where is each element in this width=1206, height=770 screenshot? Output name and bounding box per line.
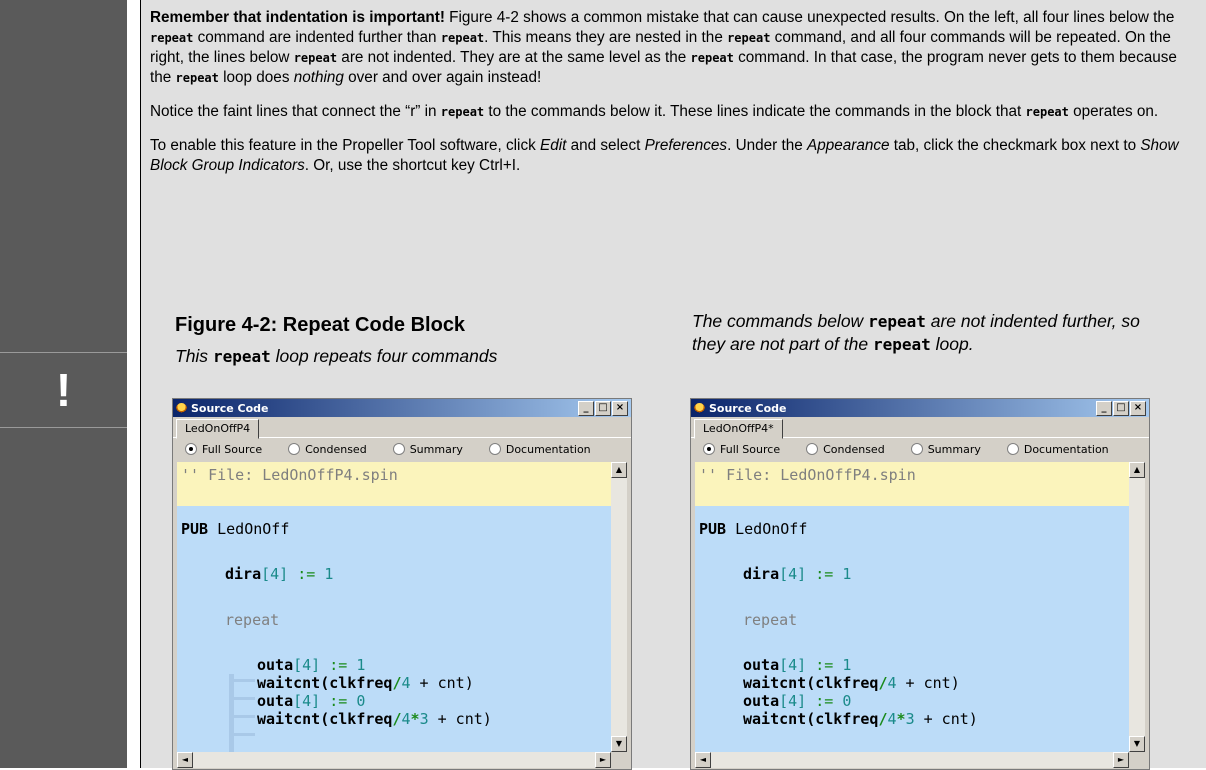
code-line-outa-on: outa[4] := 1: [743, 656, 852, 674]
code-line-dira: dira[4] := 1: [225, 565, 334, 583]
paragraph-enable-feature: To enable this feature in the Propeller …: [150, 137, 1179, 174]
radio-condensed[interactable]: Condensed: [806, 443, 885, 456]
maximize-button[interactable]: □: [1113, 401, 1129, 416]
block-group-branch: [229, 679, 255, 682]
radio-dot-icon: [392, 443, 405, 455]
code-editor[interactable]: '' File: LedOnOffP4.spin PUB LedOnOff di…: [695, 462, 1129, 752]
close-button[interactable]: ×: [1130, 401, 1146, 416]
view-mode-radios: Full Source Condensed Summary Documentat…: [691, 437, 1149, 460]
horizontal-scrollbar[interactable]: ◄ ►: [177, 752, 611, 768]
radio-full-source[interactable]: Full Source: [703, 443, 780, 456]
radio-full-source[interactable]: Full Source: [185, 443, 262, 456]
source-code-window-right: Source Code _ □ × LedOnOffP4* Full Sourc…: [690, 398, 1150, 770]
block-group-indicator: [229, 674, 234, 752]
window-title: Source Code: [709, 401, 787, 415]
scroll-right-button[interactable]: ►: [595, 752, 611, 768]
paragraph-block-lines: Notice the faint lines that connect the …: [150, 103, 1159, 120]
radio-dot-icon: [1006, 443, 1019, 455]
code-line-pub: PUB LedOnOff: [699, 520, 808, 538]
code-line-outa-on: outa[4] := 1: [257, 656, 366, 674]
radio-summary[interactable]: Summary: [392, 443, 463, 456]
window-title: Source Code: [191, 401, 269, 415]
code-line-repeat: repeat: [743, 611, 798, 629]
code-line-waitcnt-2: waitcnt(clkfreq/4*3 + cnt): [257, 710, 492, 728]
scroll-right-button[interactable]: ►: [1113, 752, 1129, 768]
important-icon: !: [0, 352, 127, 428]
note-text: Remember that indentation is important! …: [150, 8, 1200, 190]
paragraph-indentation: Remember that indentation is important! …: [150, 9, 1177, 86]
code-line-pub: PUB LedOnOff: [181, 520, 290, 538]
radio-dot-icon: [910, 443, 923, 455]
radio-summary[interactable]: Summary: [910, 443, 981, 456]
radio-condensed[interactable]: Condensed: [288, 443, 367, 456]
code-line-outa-off: outa[4] := 0: [743, 692, 852, 710]
file-tab[interactable]: LedOnOffP4*: [694, 419, 783, 439]
block-group-branch: [229, 733, 255, 736]
code-line-waitcnt-2: waitcnt(clkfreq/4*3 + cnt): [743, 710, 978, 728]
view-mode-radios: Full Source Condensed Summary Documentat…: [173, 437, 631, 460]
radio-dot-icon: [185, 443, 197, 455]
radio-documentation[interactable]: Documentation: [488, 443, 591, 456]
note-border: [140, 0, 141, 768]
vertical-scrollbar[interactable]: ▲ ▼: [611, 462, 627, 752]
note-sidebar: !: [0, 0, 127, 768]
scroll-down-button[interactable]: ▼: [611, 736, 627, 752]
window-titlebar: Source Code _ □ ×: [691, 399, 1149, 417]
code-line-waitcnt-1: waitcnt(clkfreq/4 + cnt): [743, 674, 960, 692]
maximize-button[interactable]: □: [595, 401, 611, 416]
scroll-left-button[interactable]: ◄: [177, 752, 193, 768]
propeller-app-icon: [176, 402, 187, 414]
scroll-up-button[interactable]: ▲: [611, 462, 627, 478]
radio-dot-icon: [703, 443, 715, 455]
file-tab[interactable]: LedOnOffP4: [176, 419, 260, 439]
code-line-comment: '' File: LedOnOffP4.spin: [699, 466, 916, 484]
caption-left: This repeat loop repeats four commands: [175, 346, 498, 366]
caption-right: The commands below repeat are not indent…: [692, 311, 1140, 354]
source-code-window-left: Source Code _ □ × LedOnOffP4 Full Source…: [172, 398, 632, 770]
code-line-waitcnt-1: waitcnt(clkfreq/4 + cnt): [257, 674, 474, 692]
radio-dot-icon: [806, 443, 819, 455]
scroll-left-button[interactable]: ◄: [695, 752, 711, 768]
close-button[interactable]: ×: [612, 401, 628, 416]
block-group-branch: [229, 715, 255, 718]
scroll-up-button[interactable]: ▲: [1129, 462, 1145, 478]
code-editor[interactable]: '' File: LedOnOffP4.spin PUB LedOnOff di…: [177, 462, 611, 752]
propeller-app-icon: [694, 402, 705, 414]
code-line-repeat: repeat: [225, 611, 280, 629]
minimize-button[interactable]: _: [578, 401, 594, 416]
code-line-dira: dira[4] := 1: [743, 565, 852, 583]
vertical-scrollbar[interactable]: ▲ ▼: [1129, 462, 1145, 752]
code-line-outa-off: outa[4] := 0: [257, 692, 366, 710]
scroll-down-button[interactable]: ▼: [1129, 736, 1145, 752]
radio-documentation[interactable]: Documentation: [1006, 443, 1109, 456]
figure-title: Figure 4-2: Repeat Code Block: [175, 314, 466, 336]
block-group-branch: [229, 697, 255, 700]
radio-dot-icon: [288, 443, 301, 455]
horizontal-scrollbar[interactable]: ◄ ►: [695, 752, 1129, 768]
minimize-button[interactable]: _: [1096, 401, 1112, 416]
radio-dot-icon: [488, 443, 501, 455]
window-titlebar: Source Code _ □ ×: [173, 399, 631, 417]
code-line-comment: '' File: LedOnOffP4.spin: [181, 466, 398, 484]
